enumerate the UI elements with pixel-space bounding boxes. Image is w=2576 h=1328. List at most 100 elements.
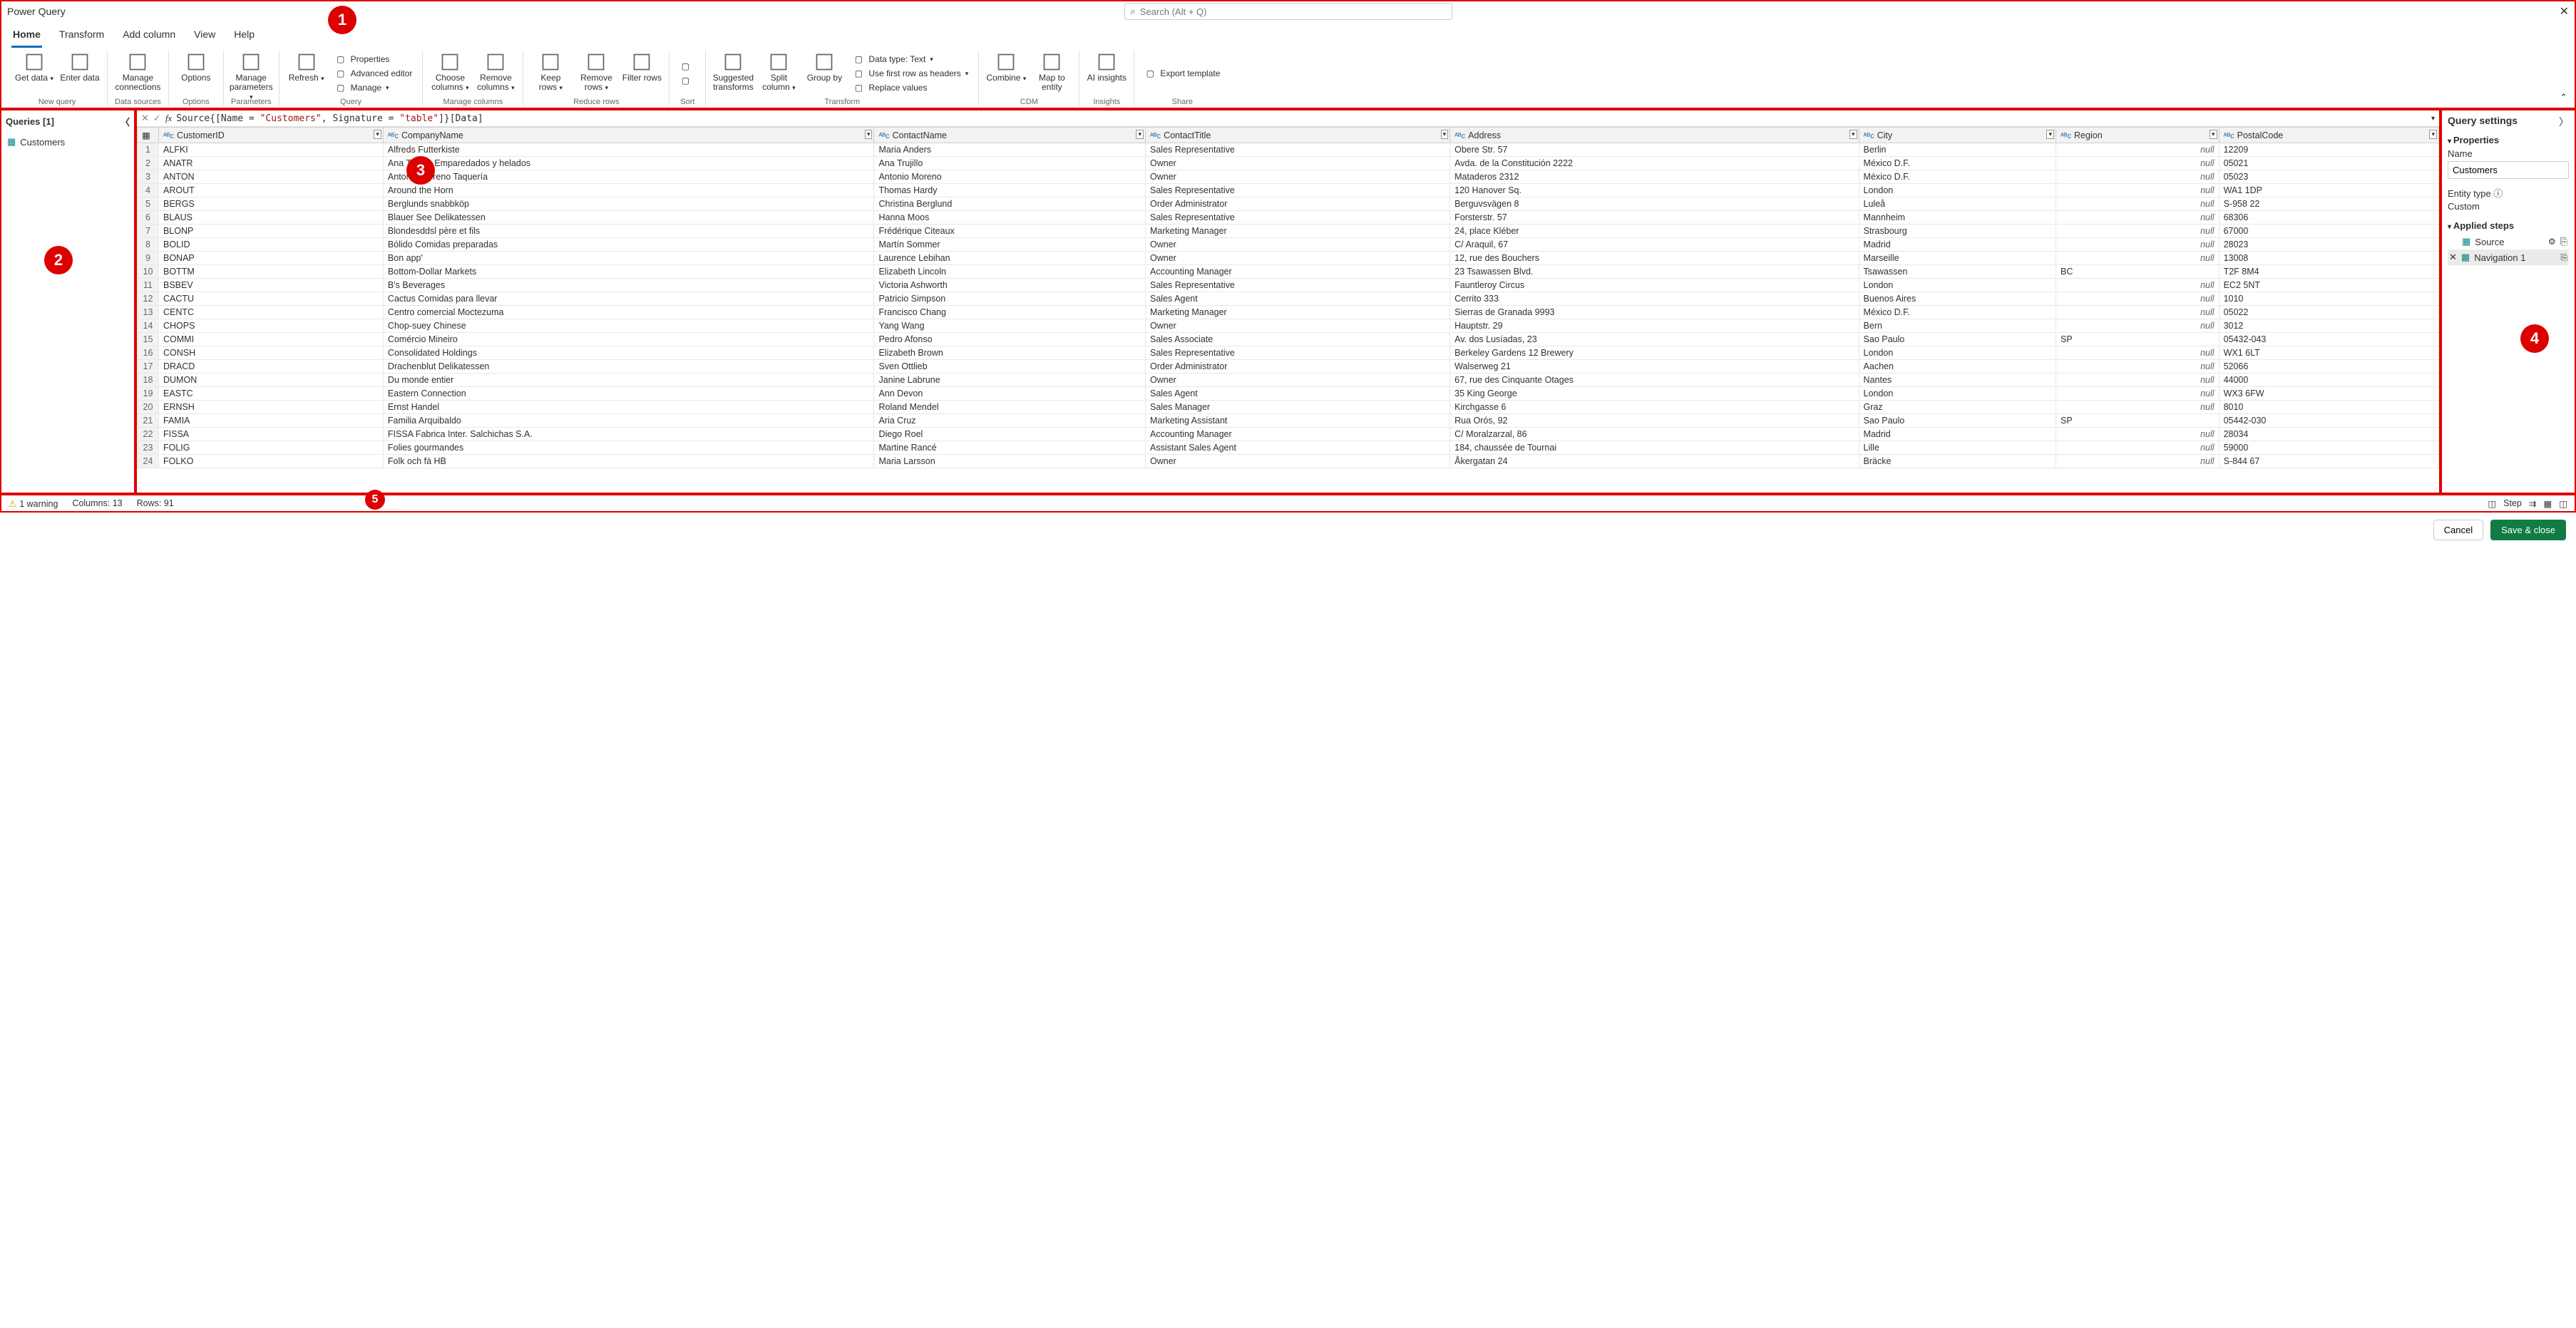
- row-number[interactable]: 2: [138, 157, 159, 170]
- cell[interactable]: 05023: [2219, 170, 2438, 184]
- cell[interactable]: ANTON: [159, 170, 384, 184]
- manage-button[interactable]: ▢Manage ▾: [332, 81, 416, 94]
- row-number[interactable]: 1: [138, 143, 159, 157]
- cell-null[interactable]: null: [2056, 252, 2219, 265]
- warning-indicator[interactable]: ⚠1 warning: [9, 498, 58, 509]
- cell[interactable]: Comércio Mineiro: [383, 333, 874, 346]
- row-number[interactable]: 16: [138, 346, 159, 360]
- row-number[interactable]: 5: [138, 197, 159, 211]
- suggested-transforms-button[interactable]: Suggested transforms: [713, 51, 753, 96]
- cell[interactable]: Around the Horn: [383, 184, 874, 197]
- cell[interactable]: Elizabeth Brown: [874, 346, 1146, 360]
- cell[interactable]: Maria Larsson: [874, 455, 1146, 468]
- column-filter-icon[interactable]: ▾: [1136, 130, 1144, 139]
- applied-step[interactable]: ▦Source⚙⎘: [2448, 234, 2569, 249]
- row-number[interactable]: 21: [138, 414, 159, 428]
- cell[interactable]: 120 Hanover Sq.: [1450, 184, 1859, 197]
- table-row[interactable]: 16CONSHConsolidated HoldingsElizabeth Br…: [138, 346, 2439, 360]
- cell[interactable]: Madrid: [1859, 428, 2056, 441]
- cell[interactable]: Owner: [1146, 170, 1450, 184]
- choose-columns-button[interactable]: Choose columns ▾: [430, 51, 470, 96]
- cell[interactable]: Marketing Manager: [1146, 306, 1450, 319]
- cell[interactable]: DUMON: [159, 374, 384, 387]
- cell[interactable]: Sales Representative: [1146, 346, 1450, 360]
- cell[interactable]: Janine Labrune: [874, 374, 1146, 387]
- cell[interactable]: FISSA Fabrica Inter. Salchichas S.A.: [383, 428, 874, 441]
- table-row[interactable]: 6BLAUSBlauer See DelikatessenHanna MoosS…: [138, 211, 2439, 225]
- cell[interactable]: Kirchgasse 6: [1450, 401, 1859, 414]
- cell[interactable]: Owner: [1146, 252, 1450, 265]
- table-row[interactable]: 10BOTTMBottom-Dollar MarketsElizabeth Li…: [138, 265, 2439, 279]
- cell[interactable]: Sales Representative: [1146, 184, 1450, 197]
- cell[interactable]: Sao Paulo: [1859, 414, 2056, 428]
- cell[interactable]: Laurence Lebihan: [874, 252, 1146, 265]
- column-header-contacttitle[interactable]: ᴬᴮcContactTitle▾: [1146, 128, 1450, 143]
- table-row[interactable]: 20ERNSHErnst HandelRoland MendelSales Ma…: [138, 401, 2439, 414]
- cell[interactable]: Eastern Connection: [383, 387, 874, 401]
- cell[interactable]: Sales Representative: [1146, 143, 1450, 157]
- row-number[interactable]: 15: [138, 333, 159, 346]
- cell-null[interactable]: null: [2056, 238, 2219, 252]
- cell[interactable]: FAMIA: [159, 414, 384, 428]
- cell[interactable]: Order Administrator: [1146, 197, 1450, 211]
- table-row[interactable]: 7BLONPBlondesddsl père et filsFrédérique…: [138, 225, 2439, 238]
- cell[interactable]: 24, place Kléber: [1450, 225, 1859, 238]
- cell[interactable]: 05442-030: [2219, 414, 2438, 428]
- table-row[interactable]: 3ANTONAntonio Moreno TaqueríaAntonio Mor…: [138, 170, 2439, 184]
- ai-insights-button[interactable]: AI insights: [1087, 51, 1127, 96]
- cell-null[interactable]: null: [2056, 346, 2219, 360]
- column-header-address[interactable]: ᴬᴮcAddress▾: [1450, 128, 1859, 143]
- row-number[interactable]: 20: [138, 401, 159, 414]
- cell[interactable]: Antonio Moreno: [874, 170, 1146, 184]
- cell[interactable]: WX3 6FW: [2219, 387, 2438, 401]
- cell[interactable]: FOLKO: [159, 455, 384, 468]
- cell[interactable]: CENTC: [159, 306, 384, 319]
- cancel-formula-icon[interactable]: ✕: [141, 113, 149, 124]
- cell-null[interactable]: null: [2056, 401, 2219, 414]
- table-row[interactable]: 24FOLKOFolk och fä HBMaria LarssonOwnerÅ…: [138, 455, 2439, 468]
- table-row[interactable]: 1ALFKIAlfreds FutterkisteMaria AndersSal…: [138, 143, 2439, 157]
- cell[interactable]: Folk och fä HB: [383, 455, 874, 468]
- cell[interactable]: Folies gourmandes: [383, 441, 874, 455]
- row-number[interactable]: 9: [138, 252, 159, 265]
- cell[interactable]: London: [1859, 279, 2056, 292]
- cell[interactable]: Berlin: [1859, 143, 2056, 157]
- cell[interactable]: Aria Cruz: [874, 414, 1146, 428]
- collapse-queries-icon[interactable]: 〈: [120, 115, 130, 128]
- cell[interactable]: Sales Associate: [1146, 333, 1450, 346]
- cell[interactable]: Assistant Sales Agent: [1146, 441, 1450, 455]
- tab-view[interactable]: View: [193, 26, 217, 48]
- cell[interactable]: Du monde entier: [383, 374, 874, 387]
- cell[interactable]: Accounting Manager: [1146, 265, 1450, 279]
- step-link-icon[interactable]: ⎘: [2560, 252, 2567, 263]
- table-row[interactable]: 14CHOPSChop-suey ChineseYang WangOwnerHa…: [138, 319, 2439, 333]
- cell[interactable]: 67000: [2219, 225, 2438, 238]
- cell[interactable]: Forsterstr. 57: [1450, 211, 1859, 225]
- cell[interactable]: Owner: [1146, 157, 1450, 170]
- cell-null[interactable]: null: [2056, 387, 2219, 401]
- table-row[interactable]: 23FOLIGFolies gourmandesMartine RancéAss…: [138, 441, 2439, 455]
- cell[interactable]: Tsawassen: [1859, 265, 2056, 279]
- cell[interactable]: Aachen: [1859, 360, 2056, 374]
- cell[interactable]: Maria Anders: [874, 143, 1146, 157]
- data-type-button[interactable]: ▢Data type: Text ▾: [850, 53, 971, 66]
- cell[interactable]: Diego Roel: [874, 428, 1146, 441]
- cell[interactable]: Bon app': [383, 252, 874, 265]
- combine-button[interactable]: Combine ▾: [986, 51, 1026, 96]
- close-button[interactable]: ✕: [2560, 4, 2569, 19]
- table-row[interactable]: 9BONAPBon app'Laurence LebihanOwner12, r…: [138, 252, 2439, 265]
- cell[interactable]: Sales Manager: [1146, 401, 1450, 414]
- cell[interactable]: CONSH: [159, 346, 384, 360]
- cancel-button[interactable]: Cancel: [2433, 520, 2483, 540]
- cell[interactable]: Alfreds Futterkiste: [383, 143, 874, 157]
- column-header-companyname[interactable]: ᴬᴮcCompanyName▾: [383, 128, 874, 143]
- cell[interactable]: Sales Agent: [1146, 387, 1450, 401]
- cell[interactable]: London: [1859, 346, 2056, 360]
- cell[interactable]: 12, rue des Bouchers: [1450, 252, 1859, 265]
- row-number[interactable]: 8: [138, 238, 159, 252]
- cell[interactable]: Fauntleroy Circus: [1450, 279, 1859, 292]
- cell-null[interactable]: null: [2056, 197, 2219, 211]
- cell[interactable]: Ana Trujillo Emparedados y helados: [383, 157, 874, 170]
- cell-null[interactable]: null: [2056, 157, 2219, 170]
- cell[interactable]: Owner: [1146, 374, 1450, 387]
